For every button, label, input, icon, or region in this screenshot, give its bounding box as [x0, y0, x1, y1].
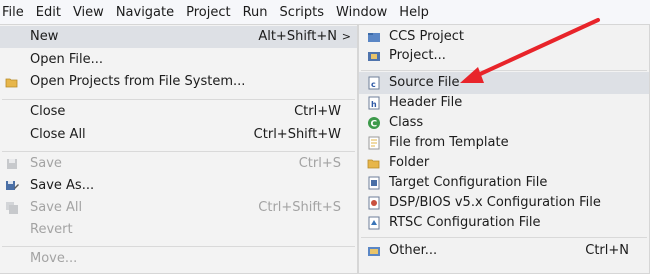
submenu-item-header-file[interactable]: h Header File — [359, 92, 649, 114]
menu-item-save[interactable]: Save Ctrl+S — [0, 153, 357, 175]
menu-item-save-all[interactable]: Save All Ctrl+Shift+S — [0, 197, 357, 219]
menu-item-label: Other... — [389, 243, 438, 258]
menu-separator — [2, 151, 355, 152]
menu-item-label: Header File — [389, 95, 463, 110]
menu-item-label: Close All — [30, 127, 86, 142]
menu-item-new[interactable]: New Alt+Shift+N > — [0, 26, 357, 48]
menu-item-label: Revert — [30, 222, 73, 237]
menu-view[interactable]: View — [67, 0, 110, 26]
menu-item-label: Class — [389, 115, 424, 130]
submenu-item-other[interactable]: Other... Ctrl+N — [359, 240, 649, 262]
rtsc-config-icon — [367, 216, 381, 230]
menu-item-label: Close — [30, 104, 66, 119]
menu-navigate[interactable]: Navigate — [110, 0, 180, 26]
class-icon: C — [367, 116, 381, 130]
menu-project[interactable]: Project — [180, 0, 236, 26]
menu-help[interactable]: Help — [393, 0, 435, 26]
menu-item-label: Target Configuration File — [389, 175, 548, 190]
menu-item-label: File from Template — [389, 135, 509, 150]
svg-text:c: c — [371, 80, 376, 89]
menu-item-label: Save All — [30, 200, 83, 215]
menu-item-move[interactable]: Move... — [0, 248, 357, 270]
shortcut-label: Alt+Shift+N — [258, 29, 337, 44]
menu-separator — [2, 99, 355, 100]
save-icon — [5, 157, 19, 171]
menu-item-label: Folder — [389, 155, 430, 170]
folder-icon — [5, 75, 19, 89]
menu-window[interactable]: Window — [330, 0, 393, 26]
shortcut-label: Ctrl+N — [585, 243, 629, 258]
menu-separator — [361, 70, 647, 71]
dsp-bios-config-icon — [367, 196, 381, 210]
menu-item-save-as[interactable]: Save As... — [0, 175, 357, 197]
c-source-file-icon: c — [367, 76, 381, 90]
menu-item-open-projects[interactable]: Open Projects from File System... — [0, 71, 357, 93]
menu-separator — [2, 246, 355, 247]
svg-text:h: h — [371, 100, 377, 109]
menu-item-open-file[interactable]: Open File... — [0, 49, 357, 71]
submenu-arrow-icon: > — [341, 30, 351, 43]
new-submenu: CCS Project Project... c Source File h H… — [358, 24, 650, 274]
menu-separator — [361, 237, 647, 238]
menu-scripts[interactable]: Scripts — [274, 0, 330, 26]
template-file-icon — [367, 136, 381, 150]
menu-bar: File Edit View Navigate Project Run Scri… — [0, 0, 650, 26]
folder-icon — [367, 156, 381, 170]
submenu-item-rtsc-config-file[interactable]: RTSC Configuration File — [359, 212, 649, 234]
submenu-item-source-file[interactable]: c Source File — [359, 72, 649, 94]
svg-text:C: C — [371, 120, 378, 130]
target-config-icon — [367, 176, 381, 190]
file-menu: New Alt+Shift+N > Open File... Open Proj… — [0, 24, 358, 274]
shortcut-label: Ctrl+S — [298, 156, 341, 171]
menu-item-label: New — [30, 29, 59, 44]
menu-item-label: Save — [30, 156, 62, 171]
submenu-item-file-from-template[interactable]: File from Template — [359, 132, 649, 154]
menu-item-label: Open Projects from File System... — [30, 74, 246, 89]
menu-item-label: Project... — [389, 48, 446, 63]
shortcut-label: Ctrl+W — [294, 104, 341, 119]
menu-run[interactable]: Run — [237, 0, 274, 26]
submenu-item-folder[interactable]: Folder — [359, 152, 649, 174]
save-all-icon — [5, 201, 19, 215]
menu-item-label: Save As... — [30, 178, 95, 193]
submenu-item-class[interactable]: C Class — [359, 112, 649, 134]
menu-item-close[interactable]: Close Ctrl+W — [0, 101, 357, 123]
menu-item-label: RTSC Configuration File — [389, 215, 541, 230]
menu-file[interactable]: File — [0, 0, 30, 26]
save-as-icon — [5, 179, 19, 193]
menu-item-label: DSP/BIOS v5.x Configuration File — [389, 195, 601, 210]
menu-item-revert[interactable]: Revert — [0, 219, 357, 241]
menu-item-close-all[interactable]: Close All Ctrl+Shift+W — [0, 124, 357, 146]
h-header-file-icon: h — [367, 96, 381, 110]
submenu-item-dsp-bios-config-file[interactable]: DSP/BIOS v5.x Configuration File — [359, 192, 649, 214]
menu-edit[interactable]: Edit — [30, 0, 67, 26]
menu-item-label: Move... — [30, 251, 78, 266]
project-icon — [367, 49, 381, 63]
menu-item-label: Source File — [389, 75, 460, 90]
submenu-item-target-config-file[interactable]: Target Configuration File — [359, 172, 649, 194]
shortcut-label: Ctrl+Shift+W — [253, 127, 341, 142]
submenu-item-project[interactable]: Project... — [359, 45, 649, 67]
menu-item-label: Open File... — [30, 52, 104, 67]
other-wizard-icon — [367, 244, 381, 258]
shortcut-label: Ctrl+Shift+S — [258, 200, 341, 215]
ccs-project-icon — [367, 30, 381, 44]
